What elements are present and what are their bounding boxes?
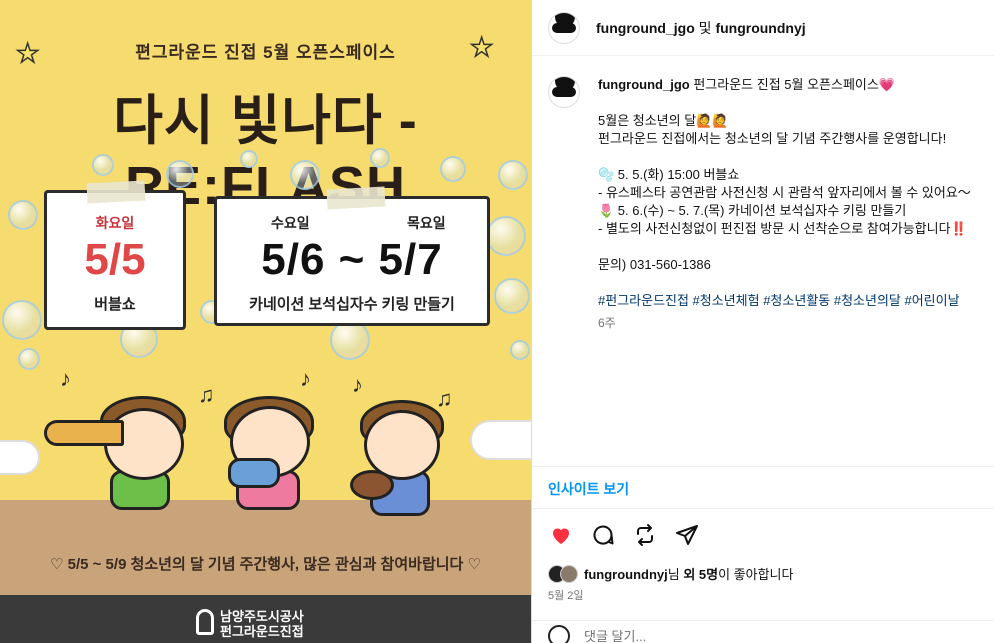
likes-user[interactable]: fungroundnyj bbox=[584, 567, 668, 582]
logo-line-2: 펀그라운드진접 bbox=[220, 624, 304, 639]
logo-mark-icon bbox=[196, 609, 214, 635]
bubble bbox=[240, 150, 258, 168]
caption-line: 🌷 5. 6.(수) ~ 5. 7.(목) 카네이션 보석십자수 키링 만들기 bbox=[598, 203, 907, 218]
time-ago[interactable]: 6주 bbox=[598, 314, 988, 332]
music-note-icon: ♪ bbox=[60, 366, 71, 391]
caption-line: 펀그라운드 진접에서는 청소년의 달 기념 주간행사를 운영합니다! bbox=[598, 131, 947, 146]
music-note-icon: ♫ bbox=[436, 386, 453, 411]
caption-user[interactable]: funground_jgo bbox=[598, 77, 690, 92]
caption-line: 문의) 031-560-1386 bbox=[598, 257, 711, 272]
card-day-1: 수요일 bbox=[271, 215, 310, 231]
post-header: funground_jgo 및 fungroundnyj bbox=[532, 0, 994, 56]
post-image[interactable]: ★ ★ 편그라운드 진접 5월 오픈스페이스 다시 빛나다 - RE:FLASH… bbox=[0, 0, 531, 643]
drum bbox=[228, 458, 280, 488]
post-date: 5월 2일 bbox=[548, 590, 584, 602]
logo-text: 남양주도시공사 펀그라운드진접 bbox=[220, 609, 304, 639]
share-icon[interactable] bbox=[674, 522, 700, 548]
comment-icon[interactable] bbox=[590, 522, 616, 548]
card-date: 5/6 ~ 5/7 bbox=[261, 235, 443, 284]
bubble bbox=[510, 340, 530, 360]
bubble bbox=[440, 156, 466, 182]
bubble bbox=[8, 200, 38, 230]
card-day-2: 목요일 bbox=[407, 215, 446, 231]
bubble bbox=[370, 148, 390, 168]
avatar[interactable] bbox=[548, 76, 580, 108]
caption: funground_jgo 펀그라운드 진접 5월 오픈스페이스💗 5월은 청소… bbox=[548, 76, 988, 332]
bubble bbox=[330, 320, 370, 360]
bubble bbox=[486, 216, 526, 256]
app-root: ★ ★ 편그라운드 진접 5월 오픈스페이스 다시 빛나다 - RE:FLASH… bbox=[0, 0, 994, 643]
header-and: 및 bbox=[698, 19, 712, 36]
bubble bbox=[166, 160, 194, 188]
caption-line: 5월은 청소년의 달🙋🙋 bbox=[598, 113, 729, 128]
likes-tail: 이 좋아합니다 bbox=[718, 567, 794, 582]
bubble bbox=[92, 154, 114, 176]
likes-text: fungroundnyj님 외 5명이 좋아합니다 bbox=[584, 564, 793, 583]
event-card-tuesday: 화요일 5/5 버블쇼 bbox=[44, 180, 186, 330]
cloud bbox=[0, 440, 40, 475]
trumpet bbox=[44, 420, 124, 446]
collab-names: funground_jgo 및 fungroundnyj bbox=[596, 18, 806, 38]
view-insights-link[interactable]: 인사이트 보기 bbox=[532, 466, 994, 509]
organization-logo: 남양주도시공사 펀그라운드진접 bbox=[196, 609, 304, 639]
header-user-1[interactable]: funground_jgo bbox=[596, 20, 695, 36]
poster-bottom-line: ♡ 5/5 ~ 5/9 청소년의 달 기념 주간행사, 많은 관심과 참여바랍니… bbox=[50, 556, 481, 573]
music-note-icon: ♪ bbox=[300, 366, 311, 391]
caption-line: - 유스페스타 공연관람 사전신청 시 관람석 앞자리에서 볼 수 있어요〜 bbox=[598, 185, 971, 200]
card-date: 5/5 bbox=[84, 235, 146, 284]
bubble bbox=[494, 278, 530, 314]
likes-summary: fungroundnyj님 외 5명이 좋아합니다 bbox=[548, 564, 793, 583]
card-desc: 카네이션 보석십자수 키링 만들기 bbox=[249, 296, 455, 313]
ground-strip bbox=[0, 500, 531, 595]
emoji-icon[interactable] bbox=[548, 624, 570, 643]
hashtags[interactable]: #펀그라운드진접 #청소년체험 #청소년활동 #청소년의달 #어린이날 bbox=[598, 292, 988, 310]
likes-mid: 님 bbox=[667, 567, 684, 582]
logo-line-1: 남양주도시공사 bbox=[220, 609, 304, 624]
event-card-wed-thu: 수요일 목요일 5/6 ~ 5/7 카네이션 보석십자수 키링 만들기 bbox=[214, 186, 490, 326]
bubble bbox=[2, 300, 42, 340]
ukulele bbox=[350, 470, 394, 500]
post-side-panel: funground_jgo 및 fungroundnyj funground_j… bbox=[531, 0, 994, 643]
card-desc: 버블쇼 bbox=[94, 296, 136, 313]
tape bbox=[326, 186, 386, 210]
avatar[interactable] bbox=[548, 11, 580, 44]
avatar[interactable] bbox=[560, 564, 578, 583]
tape bbox=[86, 180, 146, 204]
comment-box[interactable]: 댓글 달기... bbox=[532, 620, 994, 643]
repost-icon[interactable] bbox=[632, 522, 658, 548]
bubble bbox=[498, 160, 528, 190]
caption-body: funground_jgo 펀그라운드 진접 5월 오픈스페이스💗 5월은 청소… bbox=[598, 76, 988, 332]
caption-line: - 별도의 사전신청없이 펀진접 방문 시 선착순으로 참여가능합니다‼️ bbox=[598, 221, 967, 236]
poster-subtitle: 편그라운드 진접 5월 오픈스페이스 bbox=[135, 43, 396, 62]
bubble bbox=[18, 348, 40, 370]
cloud bbox=[470, 420, 531, 460]
music-note-icon: ♫ bbox=[198, 382, 215, 407]
caption-title: 펀그라운드 진접 5월 오픈스페이스💗 bbox=[693, 77, 896, 92]
caption-line: 🫧 5. 5.(화) 15:00 버블쇼 bbox=[598, 167, 740, 182]
bubble bbox=[290, 160, 320, 190]
likes-others[interactable]: 외 5명 bbox=[683, 567, 718, 582]
music-note-icon: ♪ bbox=[352, 372, 363, 397]
header-user-2[interactable]: fungroundnyj bbox=[715, 20, 805, 36]
comment-input[interactable]: 댓글 달기... bbox=[584, 626, 646, 643]
card-day: 화요일 bbox=[95, 215, 135, 231]
heart-icon[interactable] bbox=[548, 522, 574, 548]
action-bar bbox=[548, 522, 700, 548]
